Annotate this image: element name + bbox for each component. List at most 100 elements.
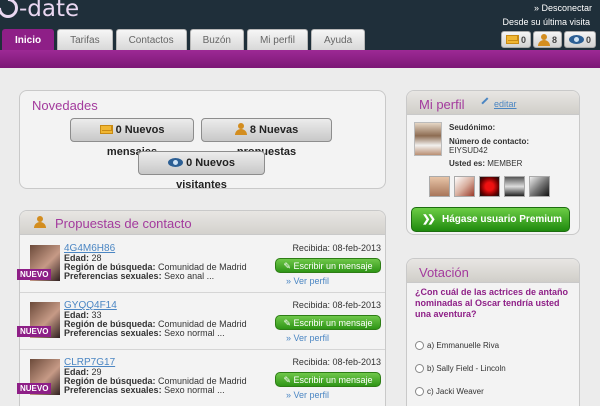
mi-perfil-panel: Mi perfil editar Seudónimo: Número de co… (406, 90, 580, 235)
pencil-icon: ✎ (283, 318, 291, 328)
mi-perfil-header: Mi perfil editar (407, 91, 579, 115)
gallery-photo[interactable] (529, 176, 550, 197)
poll-question: ¿Con cuál de las actrices de antaño nomi… (415, 287, 569, 319)
novedades-title: Novedades (32, 98, 98, 113)
option-label: c) Jacki Weaver (427, 387, 484, 396)
pencil-icon: ✎ (283, 261, 291, 271)
pref-value: Sexo normal ... (164, 385, 225, 395)
view-profile-link[interactable]: » Ver perfil (286, 390, 329, 400)
contact-number-value: EIYSUD42 (449, 146, 488, 155)
person-icon (34, 216, 46, 228)
last-visit-label: Desde su última visita (502, 17, 590, 27)
new-visitors-button[interactable]: 0 Nuevos visitantes (138, 151, 265, 191)
new-visitors-label: 0 Nuevos visitantes (176, 157, 235, 191)
photo-gallery (429, 176, 554, 197)
notification-counters: 0 8 0 (499, 31, 596, 48)
main-tabs: Inicio Tarifas Contactos Buzón Mi perfil… (2, 29, 368, 50)
write-message-button[interactable]: ✎ Escribir un mensaje (275, 315, 381, 330)
double-chevron-icon: ❯❯ (422, 214, 436, 225)
eye-icon (168, 158, 183, 167)
votacion-title: Votación (419, 265, 469, 280)
visitors-counter[interactable]: 0 (563, 31, 596, 48)
radio-button[interactable] (415, 341, 424, 350)
usted-value: MEMBER (487, 159, 523, 168)
premium-label: Hágase usuario Premium (442, 214, 563, 225)
write-message-label: Escribir un mensaje (293, 375, 373, 385)
proposals-counter[interactable]: 8 (532, 31, 562, 48)
write-message-button[interactable]: ✎ Escribir un mensaje (275, 372, 381, 387)
proposal-row: NUEVO CLRP7G17 Edad: 29 Región de búsque… (17, 355, 385, 406)
nuevo-badge: NUEVO (17, 269, 52, 280)
edit-profile-link[interactable]: editar (481, 97, 517, 109)
premium-button[interactable]: ❯❯ Hágase usuario Premium (411, 207, 570, 232)
visitors-count: 0 (585, 34, 591, 45)
gallery-photo[interactable] (479, 176, 500, 197)
pencil-icon (481, 97, 493, 109)
pref-value: Sexo normal ... (164, 328, 225, 338)
seudonimo-label: Seudónimo: (449, 123, 496, 132)
gallery-photo[interactable] (504, 176, 525, 197)
pref-label: Preferencias sexuales: (64, 271, 162, 281)
propuestas-header: Propuestas de contacto (20, 211, 385, 235)
proposal-preferences: Preferencias sexuales: Sexo anal ... (64, 271, 214, 281)
contact-number-label: Número de contacto: (449, 137, 530, 146)
new-messages-button[interactable]: 0 Nuevos mensajes (70, 118, 194, 158)
proposal-row: NUEVO GYQQ4F14 Edad: 33 Región de búsque… (17, 298, 385, 355)
tab-inicio[interactable]: Inicio (2, 29, 55, 50)
votacion-header: Votación (407, 259, 579, 283)
option-label: a) Emmanuelle Riva (427, 341, 500, 350)
row-divider (20, 349, 385, 350)
write-message-label: Escribir un mensaje (293, 261, 373, 271)
avatar[interactable] (414, 122, 442, 156)
envelope-icon (505, 35, 519, 44)
novedades-panel: Novedades 0 Nuevos mensajes 8 Nuevas pro… (19, 90, 386, 191)
radio-button[interactable] (415, 387, 424, 396)
write-message-button[interactable]: ✎ Escribir un mensaje (275, 258, 381, 273)
tab-mi-perfil[interactable]: Mi perfil (246, 29, 308, 50)
radio-button[interactable] (415, 364, 424, 373)
tab-tarifas[interactable]: Tarifas (57, 29, 113, 50)
option-label: b) Sally Field - Lincoln (427, 364, 506, 373)
envelope-icon (99, 125, 113, 134)
proposals-count: 8 (551, 34, 557, 45)
site-logo[interactable]: -date (0, 0, 80, 23)
nuevo-badge: NUEVO (17, 383, 52, 394)
gallery-photo[interactable] (429, 176, 450, 197)
nuevo-badge: NUEVO (17, 326, 52, 337)
row-divider (20, 292, 385, 293)
pref-label: Preferencias sexuales: (64, 385, 162, 395)
edit-label: editar (494, 99, 517, 109)
messages-count: 0 (520, 34, 526, 45)
received-date: Recibida: 08-feb-2013 (292, 300, 381, 310)
view-profile-link[interactable]: » Ver perfil (286, 276, 329, 286)
disconnect-link[interactable]: » Desconectar (534, 3, 592, 13)
gallery-photo[interactable] (454, 176, 475, 197)
poll-option-b[interactable]: b) Sally Field - Lincoln (415, 364, 506, 373)
pref-value: Sexo anal ... (164, 271, 215, 281)
poll-option-c[interactable]: c) Jacki Weaver (415, 387, 484, 396)
tab-ayuda[interactable]: Ayuda (310, 29, 366, 50)
new-proposals-button[interactable]: 8 Nuevas propuestas (201, 118, 332, 158)
tab-buzon[interactable]: Buzón (189, 29, 244, 50)
received-date: Recibida: 08-feb-2013 (292, 357, 381, 367)
logo-text: -date (19, 0, 80, 22)
messages-counter[interactable]: 0 (500, 31, 531, 48)
proposal-row: NUEVO 4G4M6H86 Edad: 28 Región de búsque… (17, 241, 385, 298)
received-date: Recibida: 08-feb-2013 (292, 243, 381, 253)
pref-label: Preferencias sexuales: (64, 328, 162, 338)
eye-icon (568, 35, 584, 44)
write-message-label: Escribir un mensaje (293, 318, 373, 328)
purple-band (0, 50, 600, 68)
mi-perfil-title: Mi perfil (419, 97, 465, 112)
member-status: Usted es: MEMBER (449, 159, 522, 168)
view-profile-link[interactable]: » Ver perfil (286, 333, 329, 343)
person-icon (537, 33, 550, 46)
poll-option-a[interactable]: a) Emmanuelle Riva (415, 341, 499, 350)
proposal-preferences: Preferencias sexuales: Sexo normal ... (64, 328, 225, 338)
usted-label: Usted es: (449, 159, 486, 168)
pencil-icon: ✎ (283, 375, 291, 385)
tab-contactos[interactable]: Contactos (115, 29, 187, 50)
propuestas-panel: Propuestas de contacto NUEVO 4G4M6H86 Ed… (17, 210, 386, 406)
person-icon (234, 123, 247, 135)
proposal-preferences: Preferencias sexuales: Sexo normal ... (64, 385, 225, 395)
